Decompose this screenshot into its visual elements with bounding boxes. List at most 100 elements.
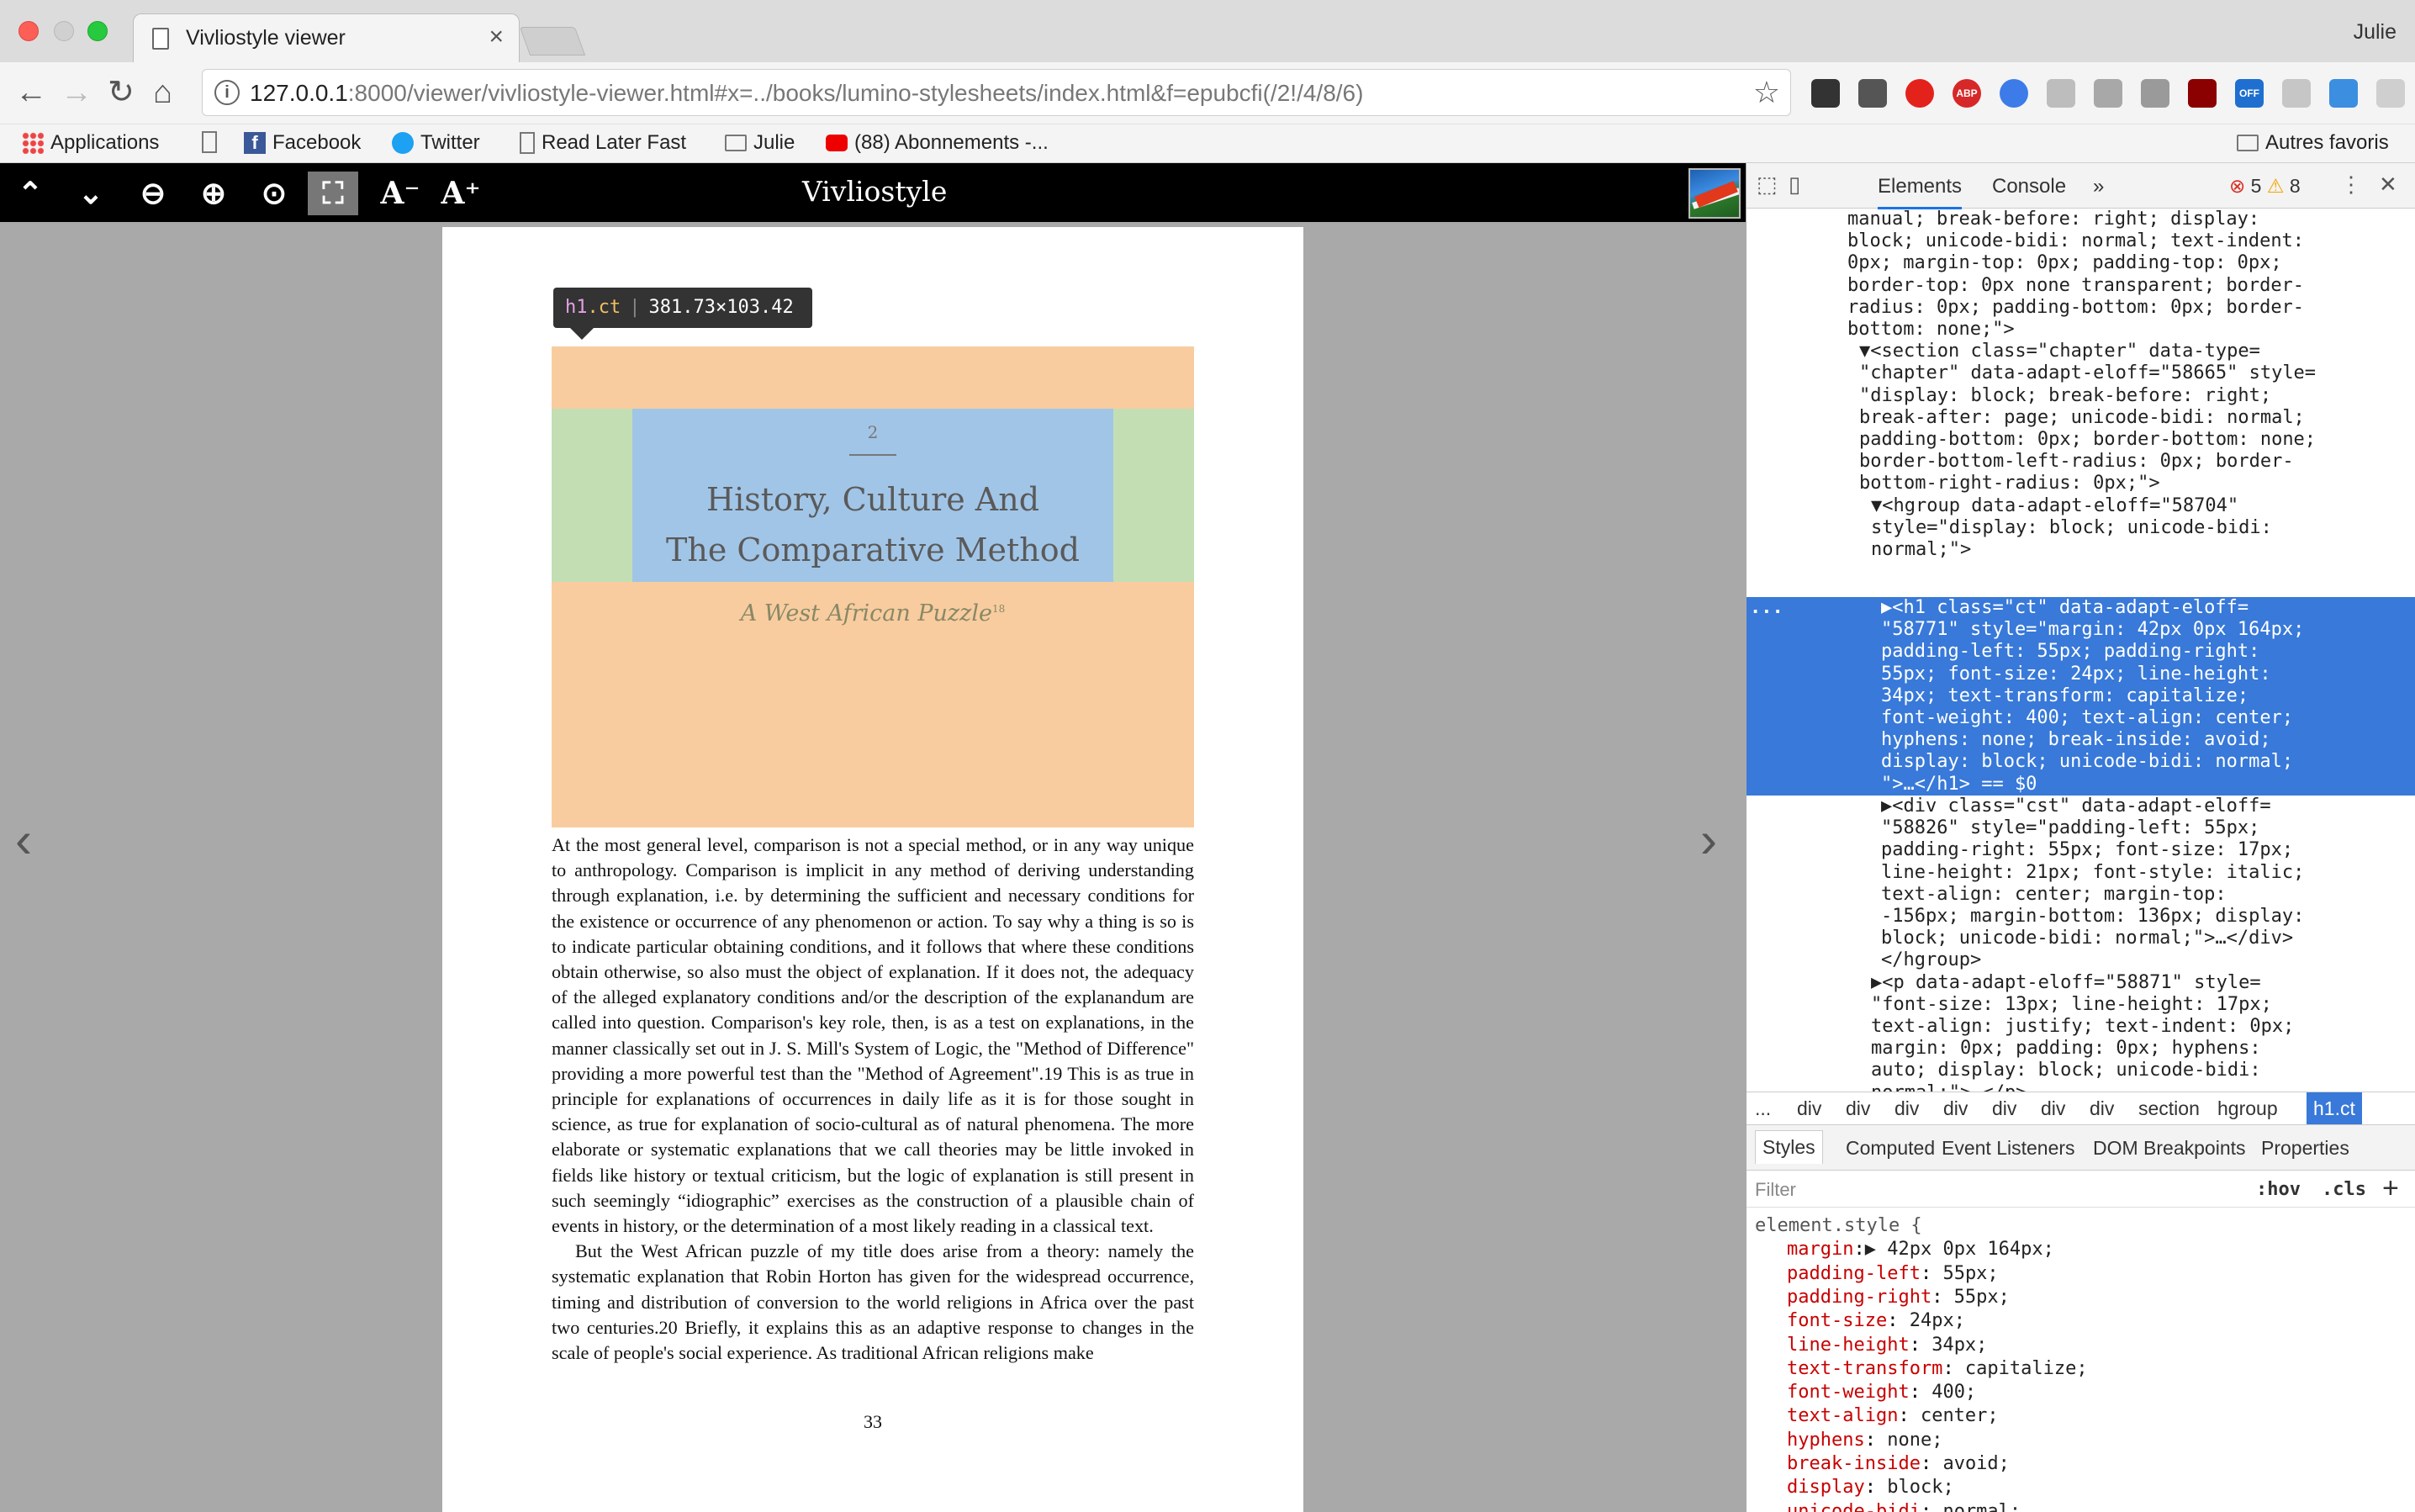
style-property-value[interactable]: 55px;	[1931, 1263, 1998, 1284]
dom-line[interactable]: manual; break-before: right; display:	[1847, 209, 2259, 230]
selected-dom-line[interactable]: 34px; text-transform: capitalize;	[1881, 685, 2249, 707]
back-button[interactable]: ←	[15, 74, 47, 111]
extension-star-icon[interactable]	[2000, 79, 2028, 108]
extension-page-icon[interactable]	[2376, 79, 2405, 108]
style-property[interactable]: font-weight: 400;	[1787, 1381, 1976, 1404]
breadcrumb-active[interactable]: h1.ct	[2307, 1092, 2362, 1124]
info-icon[interactable]: i	[214, 80, 240, 105]
subtab-item[interactable]: Event Listeners	[1942, 1137, 2075, 1160]
style-property-name[interactable]: font-weight	[1787, 1382, 1910, 1403]
filter-input[interactable]: Filter	[1755, 1179, 1796, 1201]
extension-gear-icon[interactable]	[2141, 79, 2169, 108]
hover-state-toggle[interactable]: :hov	[2256, 1179, 2301, 1200]
zoom-in-button[interactable]: ⊕	[188, 172, 239, 215]
device-toolbar-icon[interactable]: ▯	[1789, 172, 1814, 197]
dom-line[interactable]: ▼<hgroup data-adapt-eloff="58704"	[1871, 495, 2238, 517]
zoom-fit-button[interactable]: ⊙	[249, 172, 299, 215]
style-property[interactable]: break-inside: avoid;	[1787, 1452, 2010, 1476]
dom-line[interactable]: auto; display: block; unicode-bidi:	[1871, 1060, 2261, 1081]
dom-line[interactable]: padding-right: 55px; font-size: 17px;	[1881, 839, 2293, 861]
style-property[interactable]: hyphens: none;	[1787, 1429, 1942, 1452]
style-property[interactable]: text-transform: capitalize;	[1787, 1357, 2088, 1381]
breadcrumb-item[interactable]: div	[1943, 1097, 1968, 1120]
dom-line[interactable]: line-height: 21px; font-style: italic;	[1881, 862, 2304, 884]
bookmark-twitter[interactable]: Twitter	[392, 131, 480, 155]
dom-line[interactable]: bottom: none;">	[1847, 319, 2015, 341]
style-property[interactable]: font-size: 24px;	[1787, 1309, 1965, 1333]
dom-line[interactable]: block; unicode-bidi: normal; text-indent…	[1847, 230, 2304, 252]
tab-console[interactable]: Console	[1992, 175, 2066, 198]
style-property-name[interactable]: text-align	[1787, 1405, 1898, 1426]
bookmark-julie[interactable]: Julie	[725, 131, 795, 155]
extension-off-icon[interactable]: OFF	[2235, 79, 2264, 108]
style-property[interactable]: unicode-bidi: normal;	[1787, 1500, 2021, 1512]
breadcrumb-item[interactable]: div	[1894, 1097, 1919, 1120]
add-rule-button[interactable]: +	[2382, 1172, 2399, 1205]
subtab-styles[interactable]: Styles	[1755, 1130, 1823, 1164]
style-property-value[interactable]: 400;	[1921, 1382, 1976, 1403]
address-bar[interactable]: i 127.0.0.1:8000/viewer/vivliostyle-view…	[202, 69, 1791, 116]
fullscreen-button[interactable]: ⛶	[308, 172, 358, 215]
bookmark-read-later[interactable]: Read Later Fast	[520, 131, 686, 155]
dom-tree[interactable]: manual; break-before: right; display: blo…	[1747, 209, 2415, 1125]
breadcrumb-item[interactable]: div	[1797, 1097, 1821, 1120]
style-property-name[interactable]: padding-left	[1787, 1263, 1921, 1284]
dom-line[interactable]: ▶<p data-adapt-eloff="58871" style=	[1871, 972, 2261, 994]
style-property-value[interactable]: 34px;	[1921, 1335, 1987, 1356]
home-button[interactable]: ⌂	[153, 74, 172, 111]
dom-line[interactable]: text-align: justify; text-indent: 0px;	[1871, 1016, 2294, 1038]
style-property-value[interactable]: center;	[1910, 1405, 1999, 1426]
dom-line[interactable]: margin: 0px; padding: 0px; hyphens:	[1871, 1038, 2261, 1060]
dom-line[interactable]: text-align: center; margin-top:	[1881, 884, 2227, 906]
dom-line[interactable]: "chapter" data-adapt-eloff="58665" style…	[1859, 362, 2316, 384]
minimize-window-button[interactable]	[54, 21, 74, 41]
extension-glasses-icon[interactable]	[1811, 79, 1840, 108]
extension-ublock-icon[interactable]	[2188, 79, 2217, 108]
dom-line[interactable]: bottom-right-radius: 0px;">	[1859, 473, 2160, 494]
extension-cloud-icon[interactable]	[2282, 79, 2311, 108]
dom-line[interactable]: "display: block; break-before: right;	[1859, 385, 2271, 407]
maximize-window-button[interactable]	[87, 21, 108, 41]
style-property-name[interactable]: font-size	[1787, 1310, 1887, 1331]
style-property-name[interactable]: unicode-bidi	[1787, 1501, 1921, 1512]
breadcrumb-item[interactable]: div	[2041, 1097, 2065, 1120]
bookmark-other[interactable]: Autres favoris	[2237, 131, 2389, 155]
style-property-value[interactable]: none;	[1876, 1430, 1942, 1451]
vivliostyle-logo-icon[interactable]	[1688, 168, 1741, 219]
style-property-value[interactable]: normal;	[1931, 1501, 2021, 1512]
browser-tab[interactable]: Vivliostyle viewer ×	[133, 13, 520, 62]
page-up-button[interactable]: ⌃	[5, 172, 55, 215]
node-actions-ellipsis[interactable]: ...	[1750, 597, 1784, 619]
style-property-value[interactable]: 55px;	[1942, 1287, 2010, 1308]
dom-line[interactable]: border-top: 0px none transparent; border…	[1847, 275, 2304, 297]
forward-button[interactable]: →	[61, 74, 92, 111]
bookmark-youtube[interactable]: (88) Abonnements -...	[826, 131, 1049, 155]
error-warning-counter[interactable]: ⊗ 5 ⚠ 8	[2229, 175, 2301, 198]
style-property[interactable]: padding-left: 55px;	[1787, 1262, 1999, 1286]
chapter-title[interactable]: 2 History, Culture And The Comparative M…	[632, 409, 1113, 582]
page-down-button[interactable]: ⌄	[66, 172, 116, 215]
selected-dom-line[interactable]: ">…</h1> == $0	[1881, 774, 2037, 796]
inspect-element-icon[interactable]: ⬚	[1757, 172, 1782, 197]
style-property-name[interactable]: break-inside	[1787, 1453, 1921, 1474]
zoom-out-button[interactable]: ⊖	[128, 172, 178, 215]
selected-dom-node[interactable]: ... ▶<h1 class="ct" data-adapt-eloff= "587…	[1747, 597, 2415, 796]
style-property[interactable]: text-align: center;	[1787, 1404, 1999, 1428]
tab-close-button[interactable]: ×	[489, 24, 504, 50]
extension-opera-icon[interactable]	[1905, 79, 1934, 108]
style-property-name[interactable]: margin	[1787, 1239, 1853, 1260]
subtab-item[interactable]: DOM Breakpoints	[2093, 1137, 2246, 1160]
dom-line[interactable]: "font-size: 13px; line-height: 17px;	[1871, 994, 2272, 1016]
style-property-name[interactable]: display	[1787, 1477, 1865, 1498]
reload-button[interactable]: ↻	[108, 74, 135, 111]
selected-dom-line[interactable]: 55px; font-size: 24px; line-height:	[1881, 663, 2271, 685]
font-smaller-button[interactable]: A⁻	[375, 172, 425, 215]
subtab-item[interactable]: Computed	[1846, 1137, 1935, 1160]
selected-dom-line[interactable]: padding-left: 55px; padding-right:	[1881, 641, 2259, 663]
style-property-name[interactable]: padding-right	[1787, 1287, 1931, 1308]
extension-share-icon[interactable]	[2047, 79, 2075, 108]
dom-line[interactable]: -156px; margin-bottom: 136px; display:	[1881, 906, 2304, 928]
prev-page-arrow[interactable]: ‹	[15, 811, 32, 869]
style-property[interactable]: line-height: 34px;	[1787, 1334, 1987, 1357]
dom-line[interactable]: style="display: block; unicode-bidi:	[1871, 517, 2272, 539]
